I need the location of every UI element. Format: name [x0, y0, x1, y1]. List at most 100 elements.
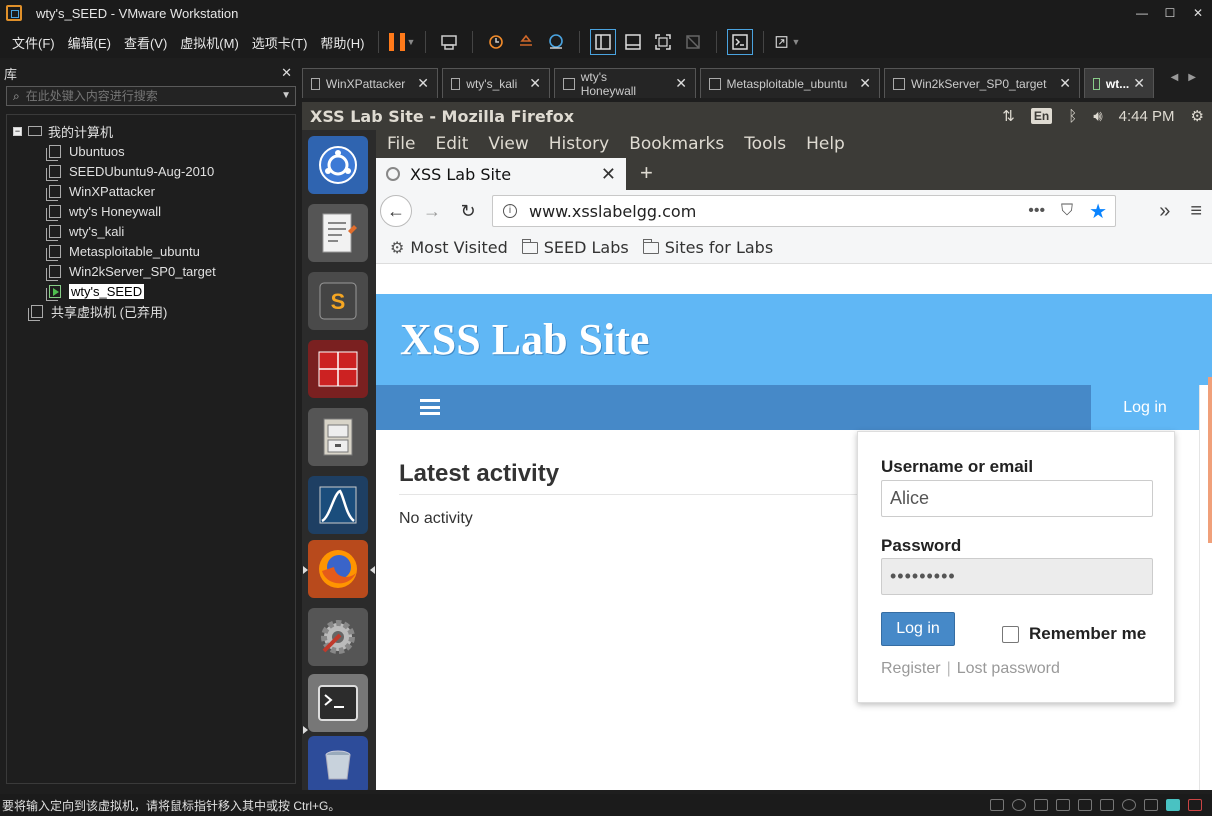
- browser-tab-active[interactable]: XSS Lab Site ✕: [376, 158, 626, 190]
- system-settings-launcher[interactable]: [308, 608, 368, 666]
- lost-password-link[interactable]: Lost password: [957, 660, 1060, 677]
- ff-menu-tools[interactable]: Tools: [734, 134, 796, 154]
- usb-icon[interactable]: [1056, 799, 1070, 811]
- collapse-icon[interactable]: −: [13, 126, 22, 136]
- snapshot-manager-button[interactable]: [543, 29, 569, 55]
- forward-button[interactable]: →: [416, 195, 448, 227]
- ff-menu-history[interactable]: History: [539, 134, 619, 154]
- menu-tabs[interactable]: 选项卡(T): [246, 33, 314, 52]
- terminal-launcher[interactable]: [308, 674, 368, 732]
- message-icon[interactable]: [1144, 799, 1158, 811]
- ff-menu-edit[interactable]: Edit: [425, 134, 478, 154]
- site-info-icon[interactable]: i: [503, 204, 517, 218]
- minimize-icon[interactable]: —: [1128, 0, 1156, 26]
- menu-vm[interactable]: 虚拟机(M): [174, 33, 245, 52]
- register-link[interactable]: Register: [881, 660, 941, 677]
- maximize-icon[interactable]: ☐: [1156, 0, 1184, 26]
- menu-help[interactable]: 帮助(H): [314, 33, 370, 52]
- vm-console[interactable]: XSS Lab Site - Mozilla Firefox ⇅ En ᛒ 🔊︎…: [302, 102, 1212, 790]
- chevron-down-icon[interactable]: ▼: [281, 90, 291, 101]
- login-button[interactable]: Log in: [881, 612, 955, 646]
- tree-item-vm[interactable]: Win2kServer_SP0_target: [7, 261, 295, 281]
- firefox-launcher[interactable]: [308, 540, 368, 598]
- reload-button[interactable]: ↻: [452, 195, 484, 227]
- close-tab-icon[interactable]: ✕: [601, 164, 616, 185]
- stretch-button[interactable]: ▼: [774, 29, 800, 55]
- ff-menu-view[interactable]: View: [478, 134, 538, 154]
- pause-button[interactable]: ▼: [389, 29, 415, 55]
- thumbnail-bar-button[interactable]: [620, 29, 646, 55]
- page-actions-icon[interactable]: •••: [1028, 202, 1045, 220]
- unity-button[interactable]: [680, 29, 706, 55]
- close-icon[interactable]: ✕: [663, 75, 687, 92]
- tree-item-vm[interactable]: wty's Honeywall: [7, 201, 295, 221]
- pocket-icon[interactable]: ⛉: [1061, 202, 1073, 220]
- ff-menu-file[interactable]: File: [376, 134, 425, 154]
- tree-item-vm-selected[interactable]: wty's_SEED: [7, 281, 295, 301]
- send-ctrl-alt-del-button[interactable]: [436, 29, 462, 55]
- nav-login-link[interactable]: Log in: [1091, 385, 1199, 430]
- back-button[interactable]: ←: [380, 195, 412, 227]
- network-adapter-icon[interactable]: [1034, 799, 1048, 811]
- vm-tab[interactable]: Win2kServer_SP0_target ✕: [884, 68, 1080, 98]
- bluetooth-icon[interactable]: ᛒ: [1068, 108, 1077, 125]
- page-scrollbar[interactable]: [1199, 377, 1212, 790]
- text-editor-launcher[interactable]: [308, 204, 368, 262]
- tree-item-my-computer[interactable]: − 我的计算机: [7, 121, 295, 141]
- clock[interactable]: 4:44 PM: [1119, 108, 1175, 125]
- cd-drive-icon[interactable]: [1012, 799, 1026, 811]
- show-library-button[interactable]: [590, 29, 617, 55]
- vm-tab[interactable]: wty's Honeywall ✕: [554, 68, 696, 98]
- display-icon[interactable]: [1122, 799, 1136, 811]
- bookmark-seed-labs[interactable]: SEED Labs: [521, 238, 629, 257]
- sound-card-icon[interactable]: [1100, 799, 1114, 811]
- vm-tab-active[interactable]: wt... ✕: [1084, 68, 1154, 98]
- bookmark-star-icon[interactable]: ★: [1089, 199, 1107, 224]
- trash-launcher[interactable]: [308, 736, 368, 790]
- snapshot-button[interactable]: [483, 29, 509, 55]
- tree-item-vm[interactable]: WinXPattacker: [7, 181, 295, 201]
- tree-item-vm[interactable]: Metasploitable_ubuntu: [7, 241, 295, 261]
- tree-item-shared-vms[interactable]: 共享虚拟机 (已弃用): [7, 301, 295, 321]
- url-input[interactable]: [529, 201, 999, 221]
- hamburger-menu-icon[interactable]: ≡: [1190, 200, 1202, 223]
- fullscreen-button[interactable]: [650, 29, 676, 55]
- remember-me-checkbox[interactable]: [1002, 625, 1019, 643]
- ff-menu-bookmarks[interactable]: Bookmarks: [619, 134, 734, 154]
- bookmark-most-visited[interactable]: ⚙ Most Visited: [390, 238, 508, 257]
- dash-home-button[interactable]: [308, 136, 368, 194]
- password-field[interactable]: [881, 558, 1153, 595]
- tree-item-vm[interactable]: SEEDUbuntu9-Aug-2010: [7, 161, 295, 181]
- close-icon[interactable]: ✕: [1184, 0, 1212, 26]
- menu-view[interactable]: 查看(V): [118, 33, 173, 52]
- terminator-launcher[interactable]: [308, 340, 368, 398]
- alert-icon[interactable]: [1188, 799, 1202, 811]
- keyboard-layout-indicator[interactable]: En: [1030, 108, 1053, 124]
- tab-scroll-arrows-icon[interactable]: ◀▶: [1171, 72, 1206, 83]
- username-field[interactable]: [881, 480, 1153, 517]
- hard-disk-icon[interactable]: [990, 799, 1004, 811]
- close-icon[interactable]: ✕: [405, 75, 429, 92]
- gear-icon[interactable]: ⚙: [1191, 107, 1204, 125]
- fullscreen-status-icon[interactable]: [1166, 799, 1180, 811]
- ff-menu-help[interactable]: Help: [796, 134, 855, 154]
- vm-tab[interactable]: wty's_kali ✕: [442, 68, 550, 98]
- menu-edit[interactable]: 编辑(E): [62, 33, 117, 52]
- close-icon[interactable]: ✕: [1129, 75, 1145, 92]
- vm-tab[interactable]: Metasploitable_ubuntu ✕: [700, 68, 880, 98]
- wireshark-launcher[interactable]: [308, 476, 368, 534]
- bookmark-sites-for-labs[interactable]: Sites for Labs: [642, 238, 773, 257]
- volume-icon[interactable]: 🔊︎: [1093, 108, 1102, 125]
- close-icon[interactable]: ✕: [1047, 75, 1071, 92]
- menu-file[interactable]: 文件(F): [6, 33, 61, 52]
- vm-tab[interactable]: WinXPattacker ✕: [302, 68, 438, 98]
- close-icon[interactable]: ✕: [281, 65, 292, 81]
- remember-me[interactable]: Remember me: [1002, 624, 1146, 644]
- close-icon[interactable]: ✕: [847, 75, 871, 92]
- revert-snapshot-button[interactable]: [513, 29, 539, 55]
- file-cabinet-launcher[interactable]: [308, 408, 368, 466]
- overflow-chevron-icon[interactable]: »: [1159, 200, 1170, 223]
- network-icon[interactable]: ⇅: [1002, 107, 1015, 125]
- printer-icon[interactable]: [1078, 799, 1092, 811]
- tree-item-vm[interactable]: wty's_kali: [7, 221, 295, 241]
